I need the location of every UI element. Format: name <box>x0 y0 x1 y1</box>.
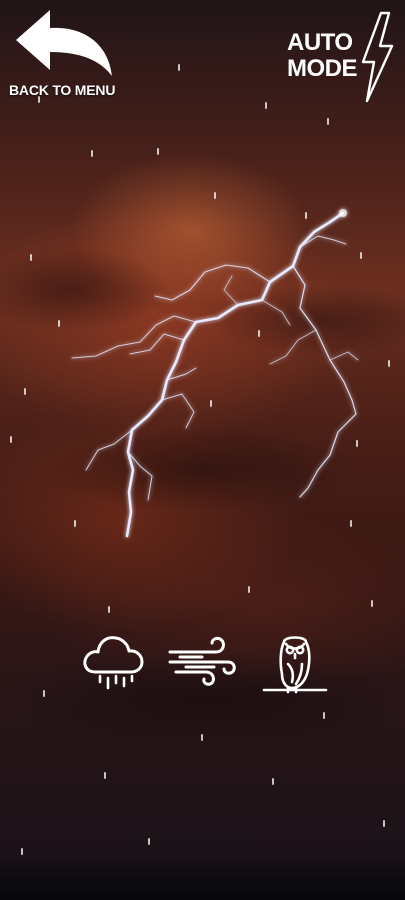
wind-icon <box>168 636 236 686</box>
auto-mode-label: AUTO MODE <box>287 29 358 82</box>
wind-sound-button[interactable] <box>166 630 238 698</box>
auto-mode-label-line2: MODE <box>287 55 358 82</box>
ambient-sound-selector <box>0 630 405 700</box>
auto-mode-button[interactable]: AUTO MODE <box>287 10 399 106</box>
owl-sound-button[interactable] <box>262 630 328 698</box>
storm-clouds <box>0 0 405 900</box>
shoreline-rocks <box>0 855 405 900</box>
auto-mode-label-line1: AUTO <box>287 29 353 56</box>
back-arrow-icon <box>16 10 112 76</box>
back-to-menu-label: BACK TO MENU <box>9 82 116 98</box>
owl-icon <box>262 636 328 694</box>
back-to-menu-button[interactable]: BACK TO MENU <box>6 8 120 104</box>
rain-sound-button[interactable] <box>80 630 146 698</box>
lightning-bolt-icon <box>361 11 394 103</box>
rain-cloud-icon <box>83 636 144 690</box>
